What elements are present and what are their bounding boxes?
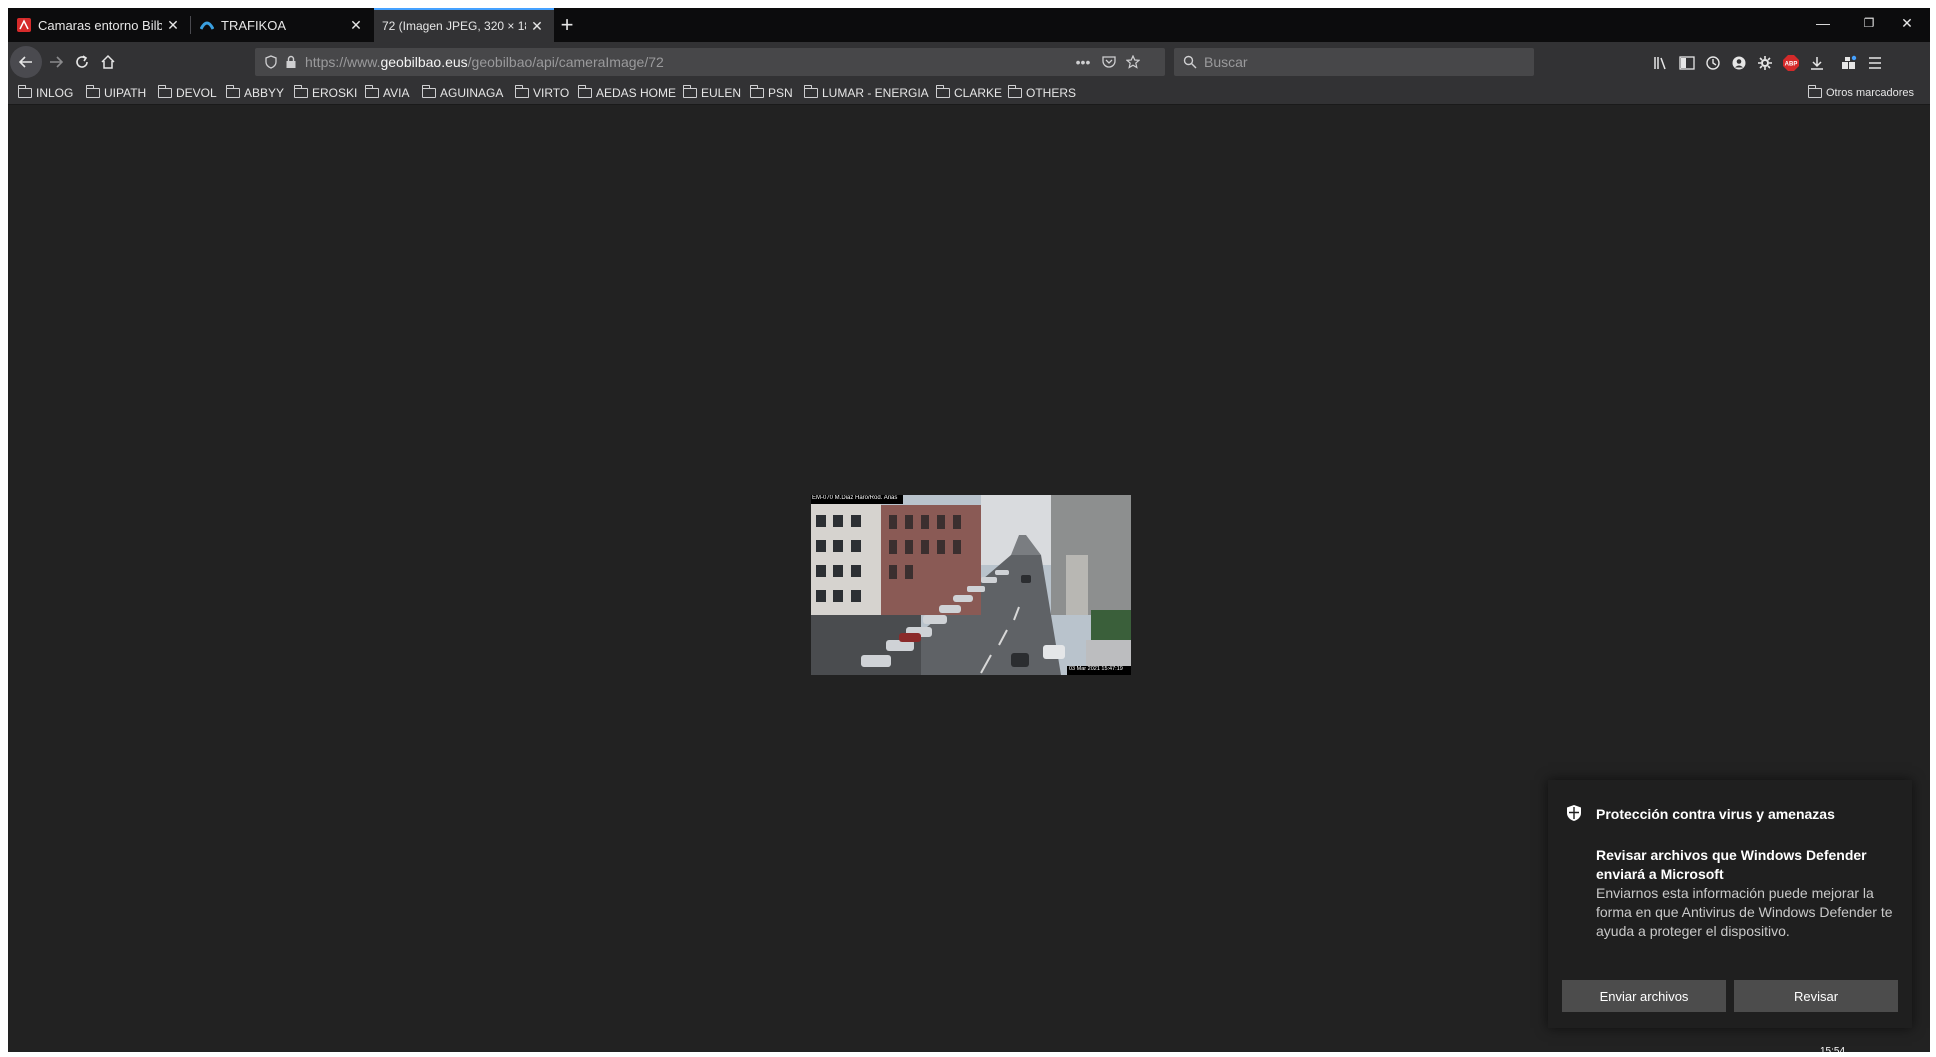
search-bar[interactable]: Buscar [1174, 48, 1534, 76]
send-files-button[interactable]: Enviar archivos [1562, 980, 1726, 1012]
notification-title: Revisar archivos que Windows Defender en… [1596, 847, 1867, 882]
bookmark-folder-eulen[interactable]: EULEN [683, 85, 741, 101]
adblock-plus-icon[interactable]: ABP [1780, 52, 1802, 74]
forward-button[interactable] [42, 48, 70, 76]
account-icon[interactable] [1728, 52, 1750, 74]
bookmark-folder-clarke[interactable]: CLARKE [936, 85, 1002, 101]
download-icon[interactable] [1806, 52, 1828, 74]
home-button[interactable] [94, 48, 122, 76]
lock-icon[interactable] [283, 54, 299, 70]
bookmark-folder-abbyy[interactable]: ABBYY [226, 85, 284, 101]
history-icon[interactable] [1702, 52, 1724, 74]
bookmark-folder-uipath[interactable]: UIPATH [86, 85, 146, 101]
bookmark-star-icon[interactable] [1125, 54, 1141, 70]
search-placeholder: Buscar [1204, 54, 1248, 70]
pocket-icon[interactable] [1101, 54, 1117, 70]
traffic-camera-photo [811, 495, 1131, 675]
bookmark-folder-aedas-home[interactable]: AEDAS HOME [578, 85, 676, 101]
folder-icon [158, 85, 172, 98]
home-icon [101, 54, 115, 69]
camera-timestamp: 03 Mar 2021 15:47:19 [1069, 666, 1123, 672]
bookmarks-toolbar: INLOG UIPATH DEVOL ABBYY EROSKI AVIA AGU… [8, 82, 1930, 105]
shield-icon [1566, 804, 1582, 822]
folder-icon [750, 85, 764, 98]
camera-image[interactable]: EM-070 M.Diaz Haro/Rod. Arias 03 Mar 202… [811, 495, 1131, 675]
folder-icon [515, 85, 529, 98]
tracking-shield-icon[interactable] [263, 54, 279, 70]
other-bookmarks[interactable]: Otros marcadores [1808, 85, 1914, 101]
url-text[interactable]: https://www.geobilbao.eus/geobilbao/api/… [305, 54, 664, 70]
bookmark-folder-virto[interactable]: VIRTO [515, 85, 569, 101]
notification-body: Enviarnos esta información puede mejorar… [1596, 885, 1893, 939]
reload-icon [76, 55, 88, 68]
bookmark-folder-devol[interactable]: DEVOL [158, 85, 217, 101]
folder-icon [578, 85, 592, 98]
tab-trafikoa[interactable]: TRAFIKOA ✕ [191, 8, 373, 42]
camera-caption: EM-070 M.Diaz Haro/Rod. Arias [812, 495, 898, 501]
defender-notification[interactable]: Protección contra virus y amenazas Revis… [1548, 780, 1912, 1028]
taskbar-clock: 15:54 [1820, 1046, 1846, 1057]
bookmark-folder-inlog[interactable]: INLOG [18, 85, 73, 101]
arrow-right-icon [50, 56, 64, 68]
folder-icon [683, 85, 697, 98]
settings-gear-icon[interactable] [1754, 52, 1776, 74]
tab-title: 72 (Imagen JPEG, 320 × 180 píxeles) [382, 19, 526, 33]
close-tab-icon[interactable]: ✕ [345, 14, 367, 36]
arrow-left-icon [18, 56, 32, 68]
new-tab-button[interactable]: + [554, 12, 580, 38]
folder-icon [18, 85, 32, 98]
library-icon[interactable] [1650, 52, 1672, 74]
folder-icon [936, 85, 950, 98]
search-icon [1182, 54, 1198, 70]
tab-camaras[interactable]: Camaras entorno Bilbao ✕ [8, 8, 190, 42]
pdf-app-icon [16, 17, 32, 33]
url-bar[interactable]: https://www.geobilbao.eus/geobilbao/api/… [255, 48, 1165, 76]
bookmark-folder-eroski[interactable]: EROSKI [294, 85, 357, 101]
close-window-button[interactable]: ✕ [1884, 8, 1930, 38]
reload-button[interactable] [68, 48, 96, 76]
tab-title: Camaras entorno Bilbao [38, 17, 162, 33]
bookmark-folder-lumar-energia[interactable]: LUMAR - ENERGIA [804, 85, 929, 101]
page-actions-icon[interactable]: ••• [1075, 54, 1091, 70]
notification-app-name: Protección contra virus y amenazas [1596, 806, 1835, 822]
folder-icon [226, 85, 240, 98]
folder-icon [86, 85, 100, 98]
close-tab-icon[interactable]: ✕ [162, 14, 184, 36]
folder-icon [365, 85, 379, 98]
tab-strip: Camaras entorno Bilbao ✕ TRAFIKOA ✕ 72 (… [8, 8, 1930, 42]
tab-camera-image[interactable]: 72 (Imagen JPEG, 320 × 180 píxeles) ✕ [374, 8, 554, 42]
svg-text:ABP: ABP [1785, 62, 1798, 68]
back-button[interactable] [10, 46, 42, 78]
extensions-icon[interactable] [1838, 52, 1860, 74]
folder-icon [804, 85, 818, 98]
minimize-button[interactable]: — [1800, 8, 1846, 38]
review-button[interactable]: Revisar [1734, 980, 1898, 1012]
folder-icon [1008, 85, 1022, 98]
sidebar-icon[interactable] [1676, 52, 1698, 74]
bookmark-folder-others[interactable]: OTHERS [1008, 85, 1076, 101]
bookmark-folder-psn[interactable]: PSN [750, 85, 793, 101]
bookmark-folder-avia[interactable]: AVIA [365, 85, 409, 101]
hamburger-menu-icon[interactable] [1864, 52, 1886, 74]
folder-icon [294, 85, 308, 98]
trafikoa-logo-icon [199, 17, 215, 33]
folder-icon [422, 85, 436, 98]
bookmark-folder-aguinaga[interactable]: AGUINAGA [422, 85, 503, 101]
folder-icon [1808, 85, 1822, 98]
navigation-toolbar: https://www.geobilbao.eus/geobilbao/api/… [8, 42, 1930, 82]
tab-title: TRAFIKOA [221, 17, 287, 33]
close-tab-icon[interactable]: ✕ [526, 15, 548, 37]
